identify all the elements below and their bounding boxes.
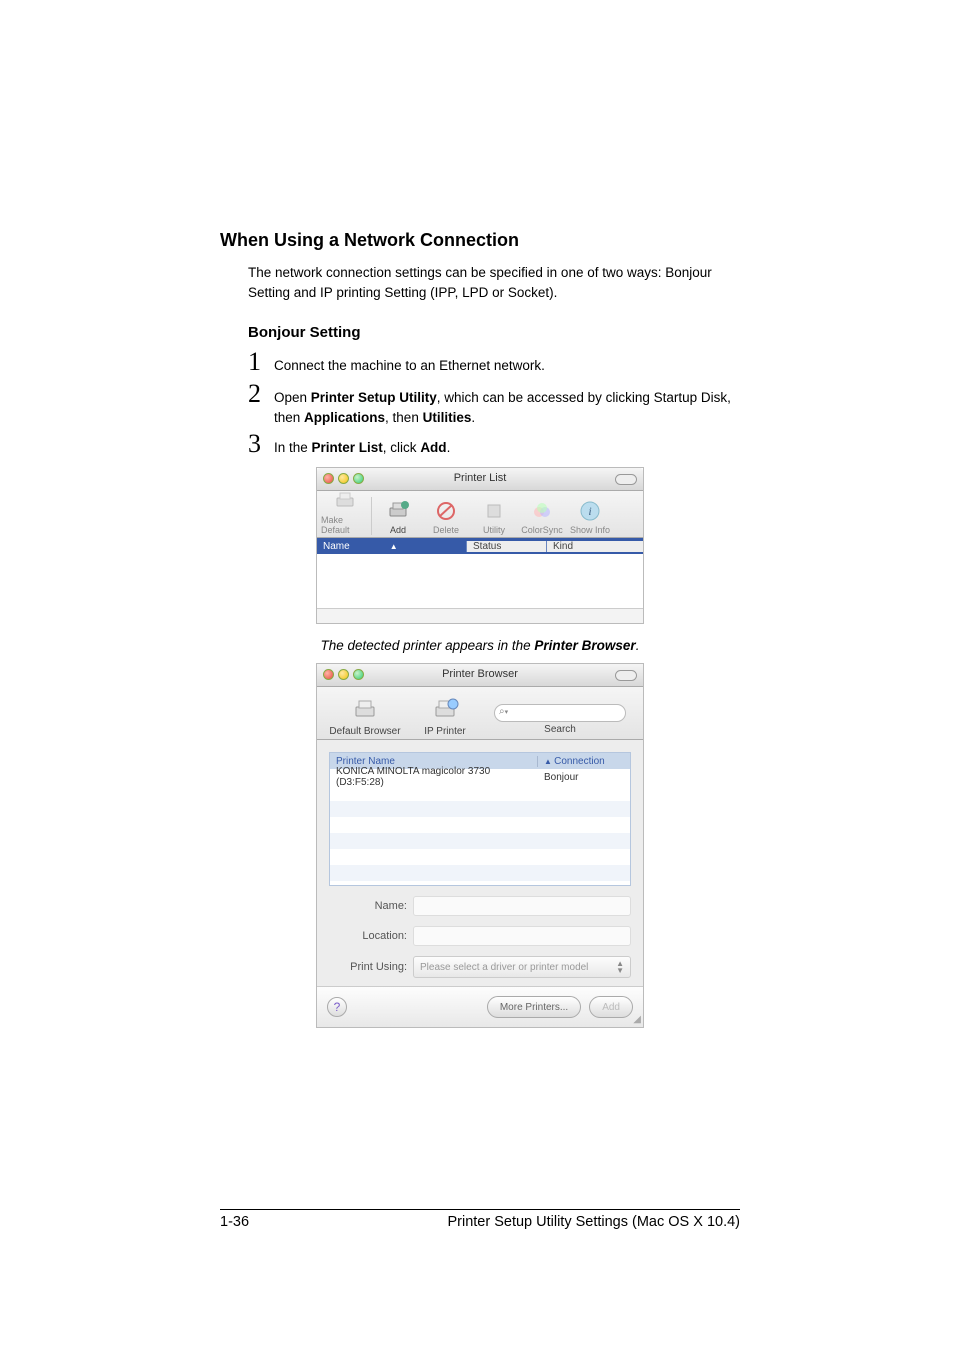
row-connection: Bonjour bbox=[538, 772, 630, 783]
utility-button[interactable]: Utility bbox=[470, 498, 518, 535]
search-input[interactable]: ⌕▾ bbox=[494, 704, 626, 722]
subsection-heading: Bonjour Setting bbox=[248, 324, 740, 341]
figure-caption: The detected printer appears in the Prin… bbox=[220, 638, 740, 653]
label-name: Name: bbox=[329, 900, 413, 912]
printer-default-icon bbox=[350, 695, 380, 725]
row-printer-name: KONICA MINOLTA magicolor 3730 (D3:F5:28) bbox=[330, 766, 538, 788]
more-printers-button[interactable]: More Printers... bbox=[487, 996, 581, 1018]
toolbar-pill-icon[interactable] bbox=[615, 474, 637, 485]
resize-grip-icon[interactable]: ◢ bbox=[633, 1014, 641, 1025]
text-run: , then bbox=[385, 410, 423, 425]
add-button[interactable]: Add bbox=[374, 498, 422, 535]
page-section-title: Printer Setup Utility Settings (Mac OS X… bbox=[447, 1214, 740, 1230]
printer-add-icon bbox=[385, 498, 411, 524]
col-kind: Kind bbox=[547, 541, 643, 552]
toolbar-label: Show Info bbox=[570, 525, 610, 535]
select-value: Please select a driver or printer model bbox=[420, 962, 588, 973]
step-text: In the Printer List, click Add. bbox=[274, 438, 740, 458]
colorsync-button[interactable]: ColorSync bbox=[518, 498, 566, 535]
statusbar bbox=[317, 608, 643, 623]
utility-icon bbox=[481, 498, 507, 524]
tab-label: Default Browser bbox=[329, 726, 400, 737]
step-text: Open Printer Setup Utility, which can be… bbox=[274, 388, 740, 427]
sort-asc-icon: ▲ bbox=[390, 542, 398, 551]
text-bold: Utilities bbox=[423, 410, 472, 425]
text-bold: Printer List bbox=[312, 440, 383, 455]
text-bold: Add bbox=[420, 440, 446, 455]
colorsync-icon bbox=[529, 498, 555, 524]
name-field[interactable] bbox=[413, 896, 631, 916]
col-status: Status bbox=[467, 541, 547, 552]
text-run: . bbox=[471, 410, 475, 425]
text-run: The detected printer appears in the bbox=[321, 638, 535, 653]
delete-button[interactable]: Delete bbox=[422, 498, 470, 535]
label-location: Location: bbox=[329, 930, 413, 942]
step-number: 3 bbox=[248, 429, 274, 459]
question-icon: ? bbox=[334, 1000, 341, 1014]
text-bold: Printer Setup Utility bbox=[311, 390, 437, 405]
col-connection: Connection bbox=[554, 756, 605, 767]
text-run: , click bbox=[383, 440, 421, 455]
default-browser-tab[interactable]: Default Browser bbox=[325, 695, 405, 737]
text-run: In the bbox=[274, 440, 312, 455]
toolbar-label: Make Default bbox=[321, 515, 369, 535]
location-field[interactable] bbox=[413, 926, 631, 946]
text-bold: Applications bbox=[304, 410, 385, 425]
separator bbox=[371, 497, 372, 535]
label-print-using: Print Using: bbox=[329, 961, 413, 973]
window-title: Printer List bbox=[317, 472, 643, 484]
printer-ip-icon bbox=[430, 695, 460, 725]
sort-asc-icon: ▲ bbox=[544, 757, 554, 766]
print-using-select[interactable]: Please select a driver or printer model … bbox=[413, 956, 631, 978]
window-titlebar[interactable]: Printer Browser bbox=[317, 664, 643, 687]
window-titlebar[interactable]: Printer List bbox=[317, 468, 643, 491]
printer-row[interactable]: KONICA MINOLTA magicolor 3730 (D3:F5:28)… bbox=[330, 769, 630, 785]
chevron-updown-icon: ▲▼ bbox=[616, 960, 624, 974]
text-run: . bbox=[636, 638, 640, 653]
step-text: Connect the machine to an Ethernet netwo… bbox=[274, 356, 740, 376]
help-button[interactable]: ? bbox=[327, 997, 347, 1017]
printer-list-window: Printer List Make Default Add bbox=[316, 467, 644, 624]
show-info-button[interactable]: i Show Info bbox=[566, 498, 614, 535]
ip-printer-tab[interactable]: IP Printer bbox=[405, 695, 485, 737]
window-title: Printer Browser bbox=[317, 668, 643, 680]
toolbar-label: Delete bbox=[433, 525, 459, 535]
intro-paragraph: The network connection settings can be s… bbox=[248, 263, 740, 302]
step-number: 2 bbox=[248, 379, 274, 409]
svg-text:i: i bbox=[588, 504, 591, 518]
col-printer-name: Printer Name bbox=[336, 756, 395, 767]
col-name: Name bbox=[323, 541, 350, 552]
make-default-button[interactable]: Make Default bbox=[321, 488, 369, 535]
no-entry-icon bbox=[433, 498, 459, 524]
info-icon: i bbox=[577, 498, 603, 524]
text-run: Open bbox=[274, 390, 311, 405]
column-headers[interactable]: Name ▲ Status Kind bbox=[317, 538, 643, 554]
magnify-icon: ⌕▾ bbox=[499, 706, 508, 717]
toolbar-label: ColorSync bbox=[521, 525, 563, 535]
add-printer-button[interactable]: Add bbox=[589, 996, 633, 1018]
text-run: . bbox=[447, 440, 451, 455]
text-bold: Printer Browser bbox=[534, 638, 635, 653]
page-number: 1-36 bbox=[220, 1214, 249, 1230]
toolbar-pill-icon[interactable] bbox=[615, 670, 637, 681]
printer-list-body[interactable] bbox=[317, 554, 643, 608]
list-body[interactable] bbox=[330, 785, 630, 885]
section-heading: When Using a Network Connection bbox=[220, 230, 740, 251]
printer-check-icon bbox=[332, 488, 358, 514]
tab-label: IP Printer bbox=[424, 726, 466, 737]
toolbar-label: Utility bbox=[483, 525, 505, 535]
step-number: 1 bbox=[248, 347, 274, 377]
toolbar-label: Add bbox=[390, 525, 406, 535]
printer-browser-window: Printer Browser Default Browser IP Print… bbox=[316, 663, 644, 1028]
search-label: Search bbox=[544, 724, 576, 735]
